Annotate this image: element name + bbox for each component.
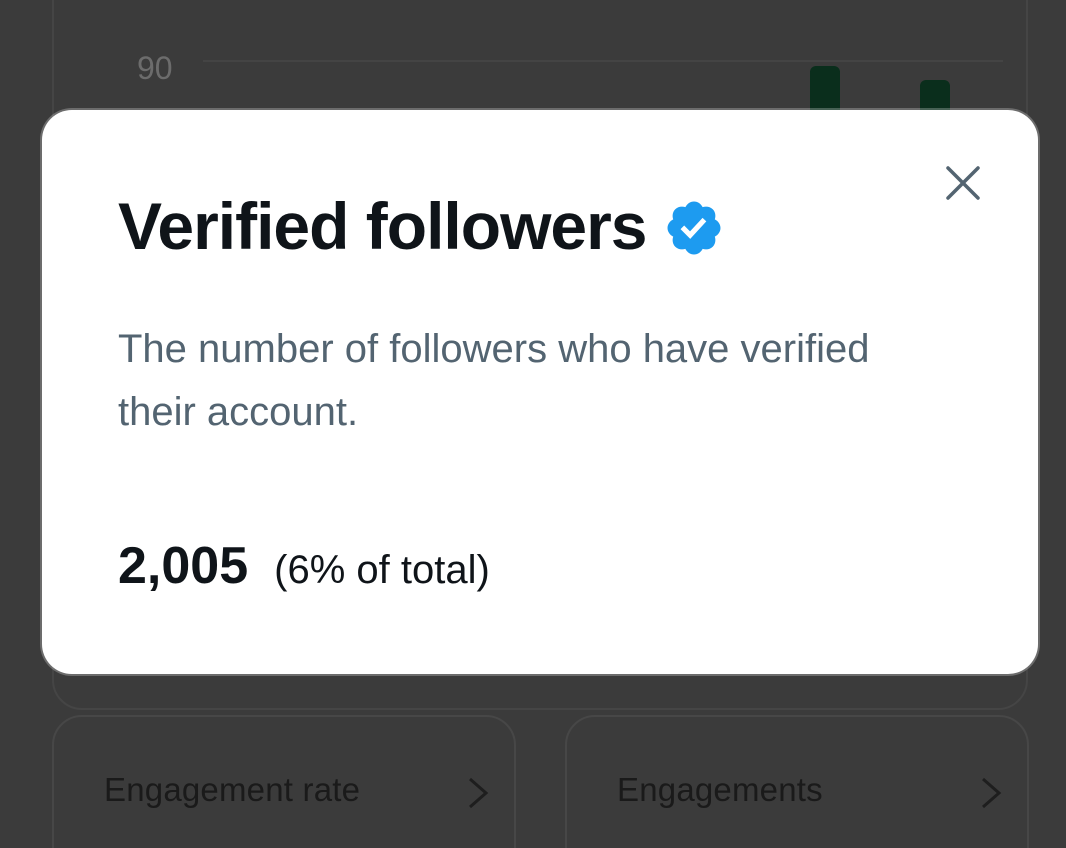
verified-badge-icon — [667, 201, 720, 255]
engagement-rate-label: Engagement rate — [104, 771, 361, 808]
dialog-header: Verified followers — [118, 188, 725, 264]
engagements-label: Engagements — [617, 771, 823, 808]
close-icon[interactable] — [940, 160, 986, 206]
engagement-rate-tile[interactable]: Engagement rate — [52, 715, 516, 848]
chart-y-tick-label: 90 — [137, 50, 173, 86]
dialog-title: Verified followers — [118, 189, 647, 263]
chevron-right-icon — [982, 777, 1002, 809]
verified-followers-share: (6% of total) — [274, 548, 490, 592]
analytics-screen: 90 Engagement rate Engagements Verified … — [0, 0, 1066, 848]
engagements-tile[interactable]: Engagements — [565, 715, 1029, 848]
dialog-description: The number of followers who have verifie… — [118, 327, 870, 434]
verified-followers-count: 2,005 — [118, 537, 249, 595]
verified-followers-stat: 2,005 (6% of total) — [118, 536, 490, 596]
chevron-right-icon — [469, 777, 489, 809]
verified-followers-dialog: Verified followers The number of followe… — [42, 110, 1038, 674]
chart-gridline — [203, 60, 1003, 62]
